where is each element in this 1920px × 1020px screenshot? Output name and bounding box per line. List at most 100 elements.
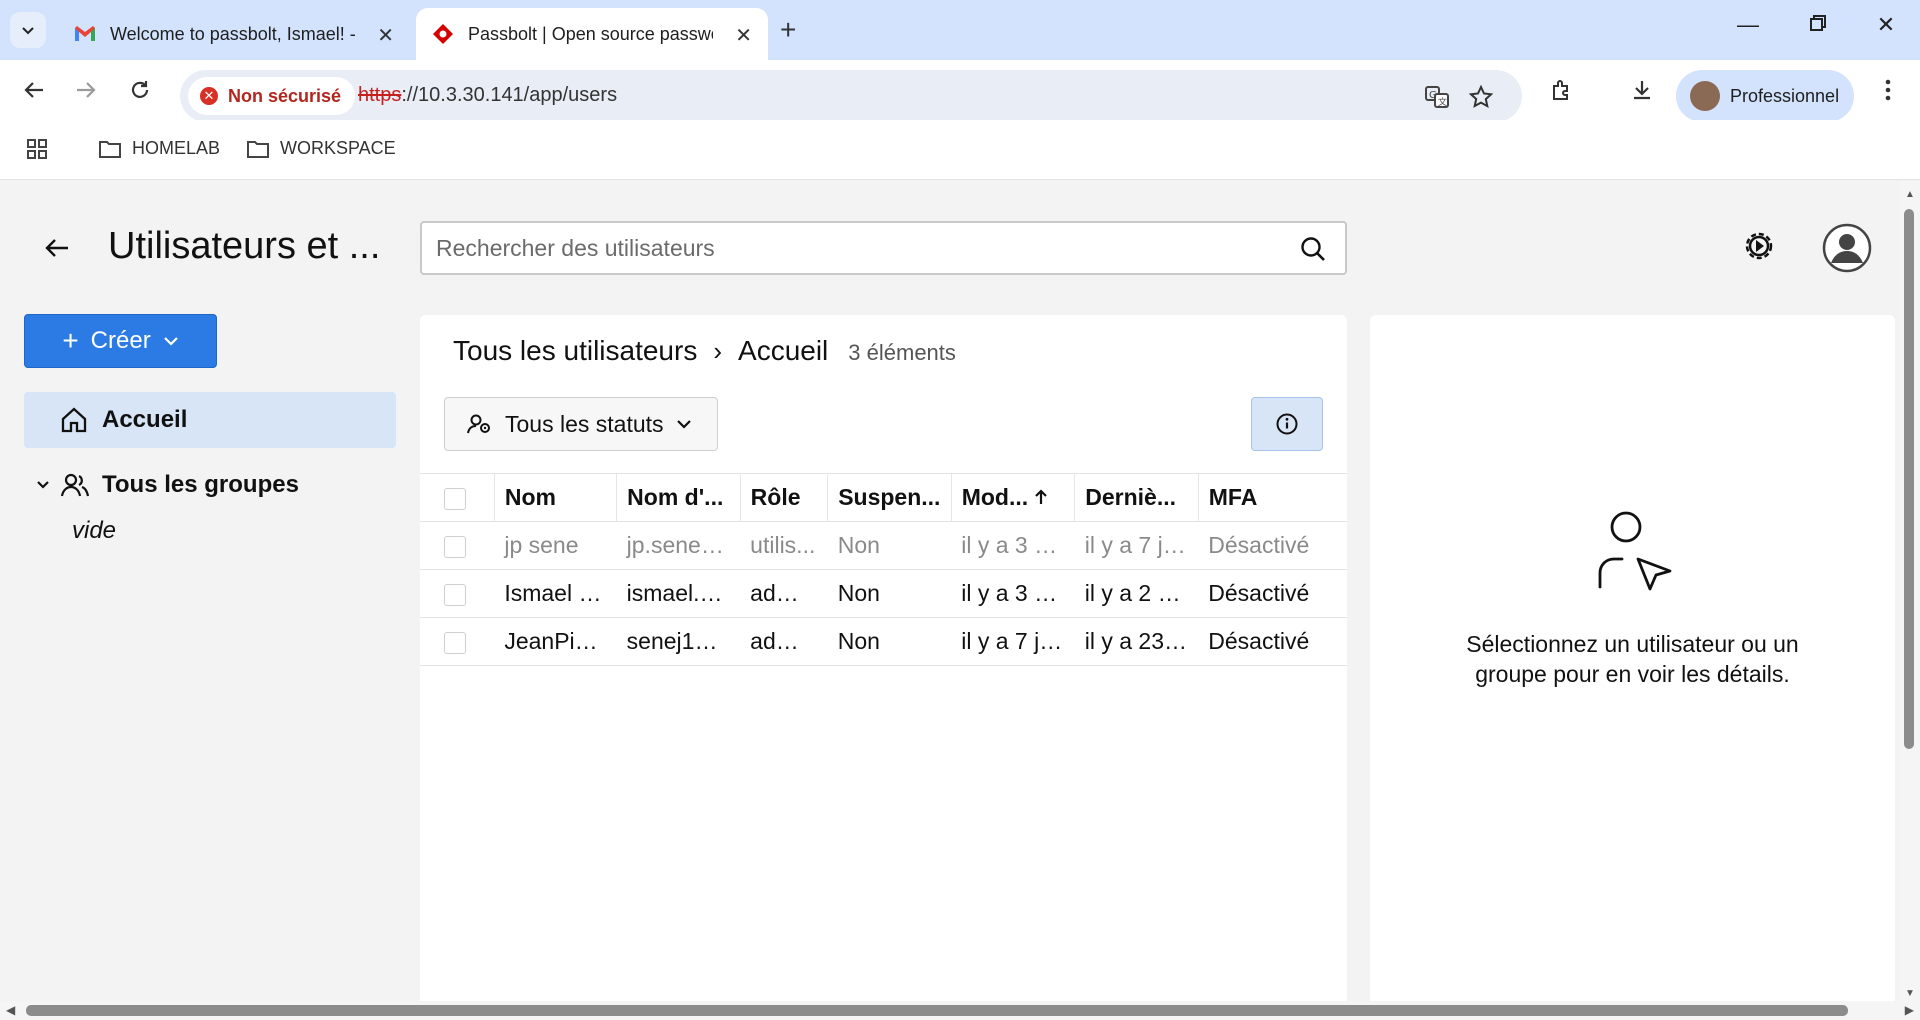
profile-label: Professionnel	[1730, 85, 1840, 106]
scroll-up-icon[interactable]: ▲	[1905, 189, 1915, 200]
info-toggle-button[interactable]	[1251, 397, 1323, 451]
status-filter-dropdown[interactable]: Tous les statuts	[444, 397, 718, 451]
browser-toolbar: ✕ Non sécurisé https://10.3.30.141/app/u…	[0, 60, 1920, 122]
breadcrumb-root[interactable]: Tous les utilisateurs	[453, 335, 697, 367]
cell-username: senej105...	[616, 617, 741, 666]
row-checkbox[interactable]	[444, 631, 466, 654]
user-avatar-icon[interactable]	[1822, 223, 1872, 278]
bookmark-label: WORKSPACE	[280, 138, 396, 158]
sidebar-groups-label: Tous les groupes	[102, 471, 299, 498]
create-label: Créer	[90, 327, 151, 354]
row-checkbox[interactable]	[444, 535, 466, 558]
back-arrow-icon[interactable]	[44, 237, 70, 264]
minimize-icon[interactable]: —	[1728, 12, 1768, 38]
security-chip[interactable]: ✕ Non sécurisé	[188, 77, 356, 115]
close-window-icon[interactable]: ✕	[1866, 12, 1906, 38]
cell-role: admi...	[740, 617, 828, 666]
row-checkbox[interactable]	[444, 583, 466, 606]
settings-gear-icon[interactable]	[1740, 227, 1778, 270]
create-button[interactable]: + Créer	[24, 314, 217, 368]
passbolt-app: Utilisateurs et ... + Créer Accueil Tous…	[0, 181, 1900, 1001]
horizontal-scrollbar[interactable]: ◀ ▶	[0, 1001, 1920, 1020]
bookmark-homelab[interactable]: HOMELAB	[98, 138, 220, 159]
back-icon[interactable]	[18, 74, 50, 106]
select-user-icon	[1596, 511, 1672, 596]
plus-icon: +	[62, 325, 79, 356]
scroll-down-icon[interactable]: ▼	[1905, 988, 1915, 999]
insecure-icon: ✕	[200, 87, 218, 105]
cell-modified: il y a 3 m...	[951, 569, 1075, 618]
page-title: Utilisateurs et ...	[108, 225, 381, 267]
row-select-cell	[420, 617, 495, 666]
chevron-down-icon	[37, 481, 49, 489]
search-input[interactable]	[436, 235, 1256, 262]
column-header-mfa[interactable]: MFA	[1197, 473, 1347, 522]
restore-icon[interactable]	[1798, 12, 1838, 38]
item-count: 3 éléments	[848, 340, 956, 365]
tab-search-button[interactable]	[10, 12, 46, 48]
breadcrumb-current: Accueil	[738, 335, 829, 366]
forward-icon[interactable]	[70, 74, 102, 106]
column-header-modified[interactable]: Mod...	[950, 473, 1075, 522]
chevron-down-icon	[22, 27, 34, 35]
vertical-scrollbar[interactable]: ▲ ▼	[1900, 181, 1920, 1001]
address-bar[interactable]: ✕ Non sécurisé https://10.3.30.141/app/u…	[180, 70, 1522, 122]
apps-grid-icon[interactable]	[26, 138, 58, 160]
user-filter-icon	[467, 414, 490, 434]
gmail-icon	[74, 23, 96, 45]
bookmarks-bar: HOMELAB WORKSPACE	[0, 120, 1920, 180]
profile-button[interactable]: Professionnel	[1676, 70, 1854, 122]
scroll-left-icon[interactable]: ◀	[6, 1003, 15, 1017]
bookmark-label: HOMELAB	[132, 138, 221, 158]
info-icon	[1276, 413, 1298, 435]
sidebar-item-home[interactable]: Accueil	[24, 392, 396, 448]
extensions-icon[interactable]	[1546, 74, 1578, 106]
bookmark-workspace[interactable]: WORKSPACE	[246, 138, 396, 159]
column-header-suspended[interactable]: Suspen...	[827, 473, 952, 522]
chevron-down-icon	[163, 337, 178, 346]
scroll-right-icon[interactable]: ▶	[1905, 1003, 1914, 1017]
cell-name: jp sene	[494, 521, 617, 570]
cell-role: utilis...	[740, 521, 828, 570]
url-text[interactable]: https://10.3.30.141/app/users	[358, 84, 617, 107]
cell-mfa: Désactivé	[1198, 521, 1347, 570]
column-header-role[interactable]: Rôle	[739, 473, 828, 522]
cell-name: JeanPierr...	[494, 617, 617, 666]
vertical-scroll-thumb[interactable]	[1904, 209, 1914, 749]
cell-username: ismael.m...	[616, 569, 741, 618]
table-row[interactable]: JeanPierr... senej105... admi... Non il …	[420, 617, 1347, 666]
column-header-name[interactable]: Nom	[493, 473, 617, 522]
folder-icon	[99, 140, 121, 158]
tab-gmail[interactable]: Welcome to passbolt, Ismael! - ✕	[58, 8, 410, 60]
tab-title: Welcome to passbolt, Ismael! -	[110, 23, 355, 44]
cell-role: admi...	[740, 569, 828, 618]
select-all-checkbox[interactable]	[444, 487, 466, 510]
table-row[interactable]: jp sene jp.sene@... utilis... Non il y a…	[420, 521, 1347, 570]
select-all-cell	[420, 473, 495, 522]
column-header-username[interactable]: Nom d'...	[616, 473, 741, 522]
url-scheme: https	[358, 84, 402, 106]
reload-icon[interactable]	[124, 74, 156, 106]
search-field[interactable]	[420, 221, 1347, 275]
translate-icon[interactable]: G文	[1424, 84, 1450, 110]
close-tab-icon[interactable]: ✕	[377, 23, 394, 48]
more-menu-icon[interactable]	[1872, 74, 1904, 106]
search-icon[interactable]	[1299, 235, 1327, 268]
sidebar-groups-toggle[interactable]: Tous les groupes	[36, 471, 299, 499]
chevron-down-icon	[676, 420, 691, 429]
breadcrumb: Tous les utilisateurs › Accueil 3 élémen…	[453, 335, 956, 367]
browser-tabstrip: Welcome to passbolt, Ismael! - ✕ Passbol…	[0, 0, 1920, 60]
new-tab-button[interactable]: +	[780, 14, 796, 46]
table-row[interactable]: Ismael M... ismael.m... admi... Non il y…	[420, 569, 1347, 618]
close-tab-icon[interactable]: ✕	[735, 23, 752, 48]
cell-suspended: Non	[827, 617, 952, 666]
cell-modified: il y a 3 m...	[951, 521, 1075, 570]
column-header-last-login[interactable]: Derniè...	[1074, 473, 1199, 522]
horizontal-scroll-thumb[interactable]	[26, 1005, 1848, 1016]
filter-label: Tous les statuts	[505, 410, 664, 437]
users-panel: Tous les utilisateurs › Accueil 3 élémen…	[420, 315, 1347, 1001]
cell-modified: il y a 7 jo...	[951, 617, 1075, 666]
tab-passbolt[interactable]: Passbolt | Open source passwor ✕	[416, 8, 768, 60]
bookmark-star-icon[interactable]	[1468, 84, 1494, 110]
download-icon[interactable]	[1626, 74, 1658, 106]
